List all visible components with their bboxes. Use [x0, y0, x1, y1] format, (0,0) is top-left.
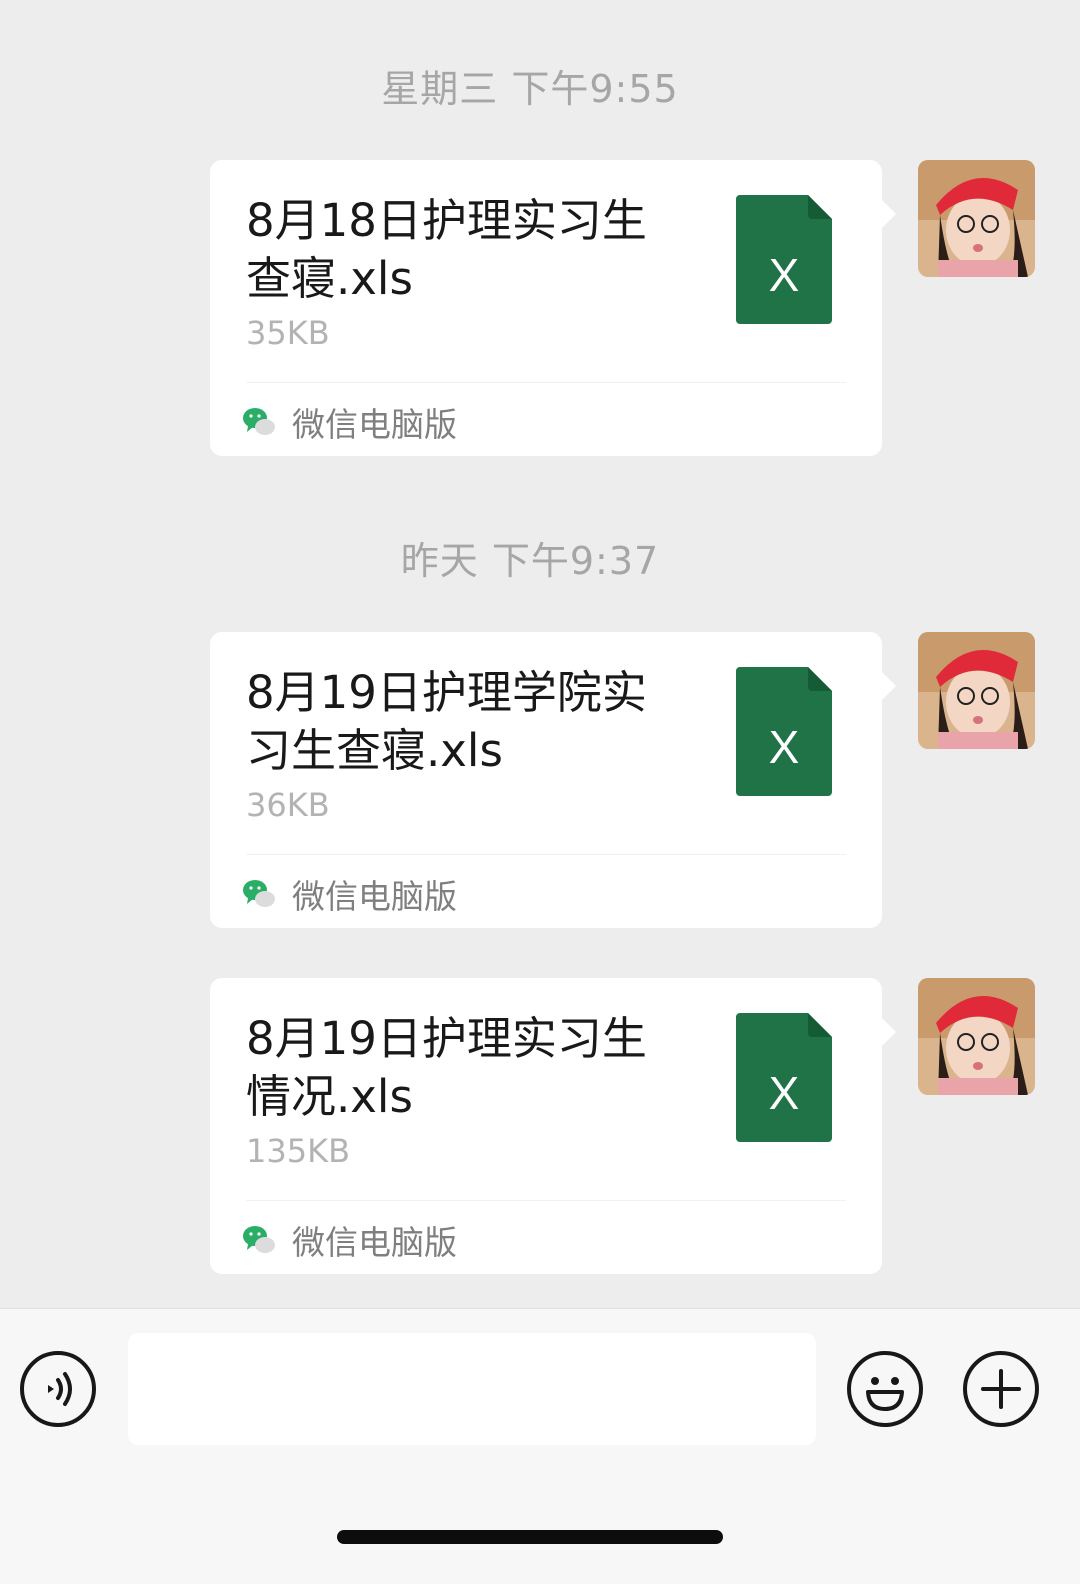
emoji-icon [866, 1377, 904, 1411]
avatar[interactable] [918, 978, 1035, 1095]
source-label: 微信电脑版 [292, 405, 457, 444]
file-message-bubble[interactable]: 8月19日护理实习生情况.xls 135KB X 微信电脑版 [210, 978, 896, 1274]
source-row: 微信电脑版 [242, 872, 457, 916]
message-input[interactable] [128, 1333, 816, 1445]
file-message-bubble[interactable]: 8月18日护理实习生查寝.xls 35KB X 微信电脑版 [210, 160, 896, 456]
wechat-icon [243, 880, 275, 907]
avatar[interactable] [918, 632, 1035, 749]
file-name: 8月18日护理实习生查寝.xls [246, 194, 647, 305]
plus-icon [981, 1369, 1021, 1409]
excel-file-icon: X [736, 667, 832, 796]
emoji-button[interactable] [847, 1351, 923, 1427]
svg-text:X: X [769, 721, 800, 773]
timestamp: 昨天 下午9:37 [400, 539, 660, 583]
chat-input-bar [0, 1308, 1080, 1584]
divider [246, 1200, 846, 1201]
file-message-bubble[interactable]: 8月19日护理学院实习生查寝.xls 36KB X 微信电脑版 [210, 632, 896, 928]
file-name: 8月19日护理学院实习生查寝.xls [246, 666, 647, 777]
divider [246, 854, 846, 855]
plus-button[interactable] [963, 1351, 1039, 1427]
voice-icon [48, 1372, 72, 1406]
source-row: 微信电脑版 [242, 400, 457, 444]
svg-text:X: X [769, 1067, 800, 1119]
timestamp: 星期三 下午9:55 [381, 67, 679, 111]
voice-button[interactable] [20, 1351, 96, 1427]
excel-file-icon: X [736, 1013, 832, 1142]
file-size: 36KB [246, 786, 330, 824]
divider [246, 382, 846, 383]
avatar[interactable] [918, 160, 1035, 277]
source-label: 微信电脑版 [292, 877, 457, 916]
file-size: 35KB [246, 314, 330, 352]
wechat-icon [243, 408, 275, 435]
wechat-icon [243, 1226, 275, 1253]
file-name: 8月19日护理实习生情况.xls [246, 1012, 647, 1123]
svg-text:X: X [769, 249, 800, 301]
source-row: 微信电脑版 [242, 1218, 457, 1262]
home-indicator[interactable] [337, 1530, 723, 1544]
file-size: 135KB [246, 1132, 351, 1170]
source-label: 微信电脑版 [292, 1223, 457, 1262]
excel-file-icon: X [736, 195, 832, 324]
